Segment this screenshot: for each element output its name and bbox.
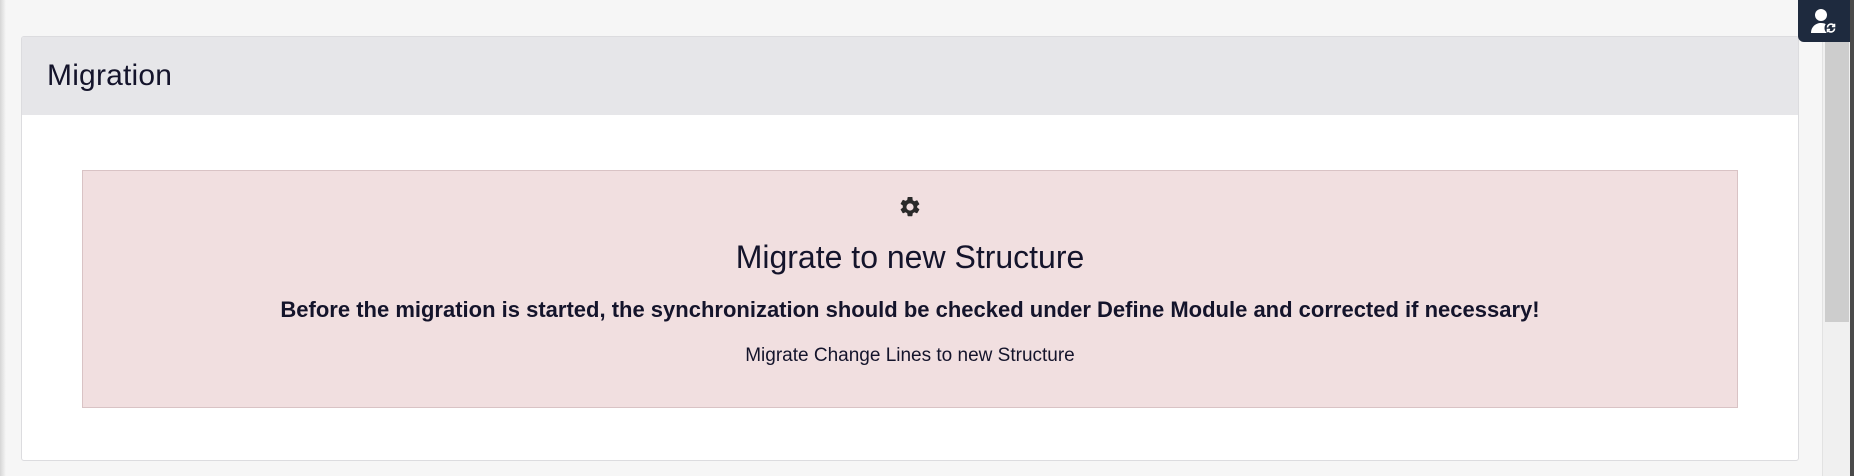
user-switch-button[interactable]	[1798, 0, 1850, 42]
window-edge	[1850, 0, 1854, 476]
alert-title: Migrate to new Structure	[735, 239, 1085, 275]
panel-title: Migration	[47, 59, 173, 92]
vertical-scrollbar[interactable]	[1822, 42, 1851, 476]
left-edge-shadow	[0, 0, 6, 476]
user-switch-icon	[1811, 9, 1838, 35]
panel-body: Migrate to new Structure Before the migr…	[22, 115, 1798, 460]
migration-alert: Migrate to new Structure Before the migr…	[82, 170, 1738, 408]
gear-icon	[900, 196, 920, 217]
migration-panel: Migration Migrate to new Structure Befor…	[21, 36, 1799, 461]
migrate-change-lines-link[interactable]: Migrate Change Lines to new Structure	[83, 345, 1737, 367]
alert-warning-text: Before the migration is started, the syn…	[280, 297, 1540, 322]
panel-header: Migration	[22, 37, 1798, 115]
page: Migration Migrate to new Structure Befor…	[0, 0, 1854, 476]
scrollbar-thumb[interactable]	[1825, 42, 1849, 322]
